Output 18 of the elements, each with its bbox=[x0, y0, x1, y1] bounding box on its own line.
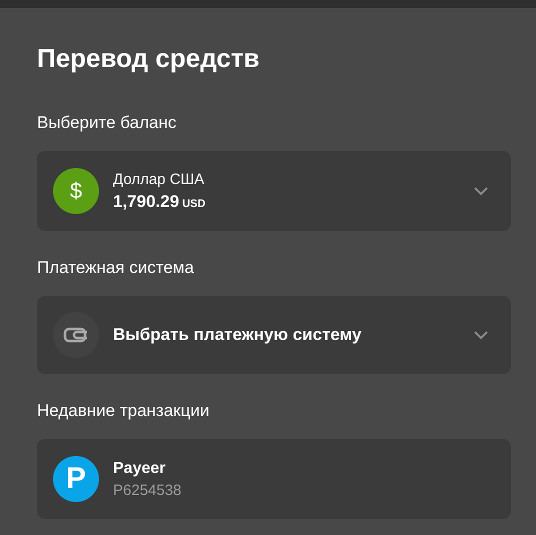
payment-system-name: Payeer bbox=[113, 460, 166, 478]
page-title: Перевод средств bbox=[37, 42, 261, 74]
chevron-down-icon bbox=[473, 186, 489, 196]
payment-system-placeholder: Выбрать платежную систему bbox=[113, 325, 362, 345]
currency-name: Доллар США bbox=[113, 170, 206, 188]
recent-transaction[interactable]: P Payeer P6254538 bbox=[37, 439, 511, 519]
section-label: Недавние транзакции bbox=[37, 400, 210, 422]
balance-amount: 1,790.29 bbox=[113, 192, 180, 210]
section-label: Выберите баланс bbox=[37, 112, 178, 134]
payment-logo: P bbox=[53, 456, 99, 502]
account-number: P6254538 bbox=[113, 482, 182, 498]
currency-logo: $ bbox=[53, 168, 99, 214]
payment-system-select[interactable]: Выбрать платежную систему bbox=[37, 296, 511, 374]
currency-code: USD bbox=[182, 198, 206, 210]
wallet-icon bbox=[53, 312, 99, 358]
chevron-down-icon bbox=[473, 330, 489, 340]
section-label: Платежная система bbox=[37, 257, 195, 279]
balance-select[interactable]: $ Доллар США 1,790.29 USD bbox=[37, 151, 511, 231]
